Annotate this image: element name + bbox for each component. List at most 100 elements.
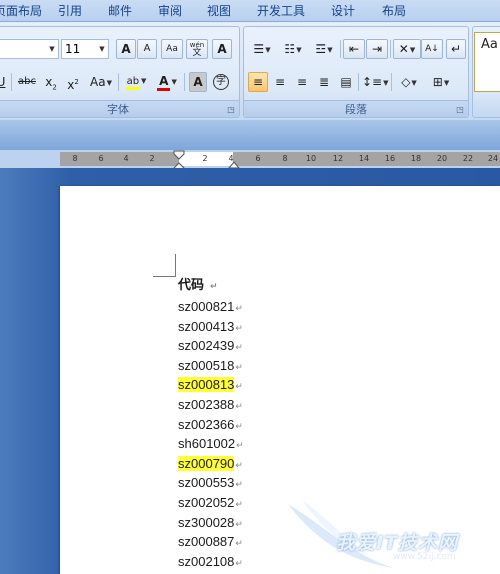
align-center-button[interactable]: ≡	[270, 72, 290, 92]
paragraph-mark: ↵	[235, 499, 243, 509]
tab-layout[interactable]: 布局	[382, 0, 406, 22]
font-name-combo[interactable]: ▼	[0, 39, 59, 59]
document-line: sz002439↵	[178, 336, 243, 355]
column-header: 代码	[178, 278, 205, 293]
ruler-tick: 2	[202, 154, 208, 163]
superscript-button[interactable]: x2	[63, 72, 83, 92]
highlighted-stock-code: sz000813	[178, 377, 235, 392]
decrease-indent-button[interactable]: ⇤	[343, 39, 365, 59]
dialog-launcher-icon[interactable]: ◳	[226, 105, 236, 115]
paragraph-mark: ↵	[235, 558, 243, 568]
watermark-text: 我爱IT技术网	[336, 532, 459, 554]
paragraph-mark: ↵	[235, 519, 243, 529]
style-gallery-item[interactable]: Aa	[474, 32, 500, 92]
shrink-font-button[interactable]: A	[137, 39, 157, 59]
shading-button[interactable]: ◇▼	[394, 72, 424, 92]
ruler-tick: 14	[358, 154, 370, 163]
show-marks-button[interactable]: ↵	[446, 39, 466, 59]
font-group: ▼ 11 ▼ A A Aa wén 文 A U abc x2 x2 Aa▼ ab…	[0, 26, 240, 118]
char-shading-button[interactable]: A	[189, 72, 207, 92]
shrink-font-icon: A	[143, 43, 151, 54]
document-line: sz002388↵	[178, 395, 243, 414]
ribbon: ▼ 11 ▼ A A Aa wén 文 A U abc x2 x2 Aa▼ ab…	[0, 22, 500, 120]
multilevel-list-button[interactable]: ☲▼	[310, 39, 338, 59]
paint-bucket-icon: ◇	[401, 75, 411, 89]
tab-review[interactable]: 审阅	[158, 0, 182, 22]
align-right-icon: ≡	[296, 75, 308, 89]
change-case-button[interactable]: Aa▼	[87, 72, 115, 92]
tab-page-layout[interactable]: 页面布局	[0, 0, 42, 22]
tab-view[interactable]: 视图	[207, 0, 231, 22]
subscript-button[interactable]: x2	[41, 72, 61, 92]
document-line: sz000813↵	[178, 375, 243, 394]
paragraph-mark: ↵	[210, 282, 218, 292]
document-line: sh601002↵	[178, 434, 244, 453]
paragraph-mark: ↵	[235, 381, 243, 391]
grow-font-button[interactable]: A	[116, 39, 136, 59]
stock-code: sz002439	[178, 338, 235, 353]
document-line: sz002108↵	[178, 552, 243, 571]
underline-button[interactable]: U	[0, 72, 7, 92]
ruler-tick: 8	[282, 154, 288, 163]
separator	[390, 40, 391, 58]
bullets-button[interactable]: ☰▼	[248, 39, 276, 59]
chevron-down-icon[interactable]: ▼	[46, 40, 58, 58]
underline-icon: U	[0, 75, 6, 89]
clear-format-button[interactable]: Aa	[161, 39, 183, 59]
paragraph-mark: ↵	[235, 303, 243, 313]
align-right-button[interactable]: ≡	[292, 72, 312, 92]
multilevel-list-icon: ☲	[315, 42, 327, 56]
align-left-icon: ≡	[252, 75, 264, 89]
asian-layout-button[interactable]: ✕▼	[393, 39, 421, 59]
phonetic-guide-button[interactable]: wén 文	[186, 39, 208, 59]
margin-corner-mark	[153, 276, 175, 277]
distribute-icon: ▤	[340, 75, 352, 89]
document-line: sz000821↵	[178, 297, 243, 316]
char-border-icon: A	[217, 42, 227, 56]
chevron-down-icon[interactable]: ▼	[96, 40, 108, 58]
font-color-icon: A	[157, 74, 171, 91]
sort-button[interactable]: A↓	[421, 39, 443, 59]
paragraph-mark: ↵	[235, 421, 243, 431]
paragraph-group-footer: 段落 ◳	[244, 100, 468, 117]
tab-references[interactable]: 引用	[58, 0, 82, 22]
increase-indent-button[interactable]: ⇥	[366, 39, 388, 59]
borders-icon: ⊞	[432, 75, 443, 89]
distribute-button[interactable]: ▤	[336, 72, 356, 92]
char-shading-icon: A	[193, 75, 203, 89]
grow-font-icon: A	[121, 42, 131, 56]
stock-code: sz002366	[178, 417, 235, 432]
increase-indent-icon: ⇥	[371, 42, 383, 56]
char-border-button[interactable]: A	[212, 39, 232, 59]
tab-design[interactable]: 设计	[331, 0, 355, 22]
ruler-tick: 8	[72, 154, 78, 163]
change-case-icon: Aa	[90, 75, 106, 89]
font-size-combo[interactable]: 11 ▼	[61, 39, 109, 59]
enclose-char-icon: 字	[213, 74, 229, 90]
document-line: sz000413↵	[178, 317, 243, 336]
font-color-button[interactable]: A ▼	[153, 71, 181, 91]
ruler-tick: 18	[410, 154, 422, 163]
line-spacing-button[interactable]: ↕≡▼	[361, 72, 389, 92]
asian-layout-icon: ✕	[398, 42, 409, 56]
highlight-button[interactable]: ab ▼	[122, 71, 150, 91]
strikethrough-icon: abc	[18, 76, 36, 87]
ruler-tick: 20	[436, 154, 448, 163]
tab-developer[interactable]: 开发工具	[257, 0, 305, 22]
stock-code: sh601002	[178, 436, 236, 451]
dialog-launcher-icon[interactable]: ◳	[455, 105, 465, 115]
stock-code: sz002052	[178, 495, 235, 510]
strikethrough-button[interactable]: abc	[15, 72, 39, 92]
line-spacing-icon: ↕≡	[362, 75, 383, 89]
justify-button[interactable]: ≣	[314, 72, 334, 92]
font-size-value: 11	[65, 42, 81, 56]
align-left-button[interactable]: ≡	[248, 72, 268, 92]
enclose-char-button[interactable]: 字	[211, 72, 231, 92]
tab-mailings[interactable]: 邮件	[108, 0, 132, 22]
separator	[118, 73, 119, 91]
sort-az-icon: A↓	[425, 44, 439, 54]
document-line: sz000518↵	[178, 356, 243, 375]
separator	[340, 40, 341, 58]
borders-button[interactable]: ⊞▼	[426, 72, 456, 92]
numbering-button[interactable]: ☷▼	[279, 39, 307, 59]
